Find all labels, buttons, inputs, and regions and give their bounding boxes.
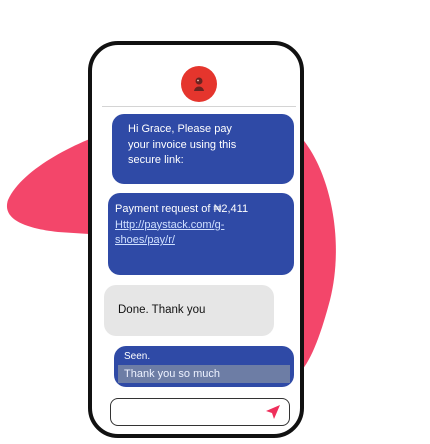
mascot-icon <box>194 77 204 91</box>
message-line: secure link: <box>128 154 184 166</box>
message-line: your invoice using this <box>128 138 237 151</box>
reply-text: Done. Thank you <box>118 304 206 316</box>
seen-status: Seen. <box>124 351 151 362</box>
header-divider <box>102 106 296 107</box>
thanks-text: Thank you so much <box>118 365 290 383</box>
message-thanks: Seen. Thank you so much <box>114 346 294 387</box>
payment-link[interactable]: Http://paystack.com/g- <box>115 218 294 234</box>
message-reply: Done. Thank you <box>104 285 274 336</box>
message-payment-prompt: Hi Grace, Please pay your invoice using … <box>112 114 294 184</box>
avatar <box>181 66 217 102</box>
message-line: Hi Grace, Please pay <box>128 123 232 135</box>
message-input[interactable] <box>110 398 290 426</box>
send-icon[interactable] <box>265 404 281 420</box>
payment-link[interactable]: shoes/pay/r/ <box>115 233 294 249</box>
payment-request-text: Payment request of ₦2,411 <box>115 203 249 215</box>
phone-frame: Hi Grace, Please pay your invoice using … <box>88 41 304 438</box>
message-payment-request: Payment request of ₦2,411 Http://paystac… <box>108 193 294 275</box>
